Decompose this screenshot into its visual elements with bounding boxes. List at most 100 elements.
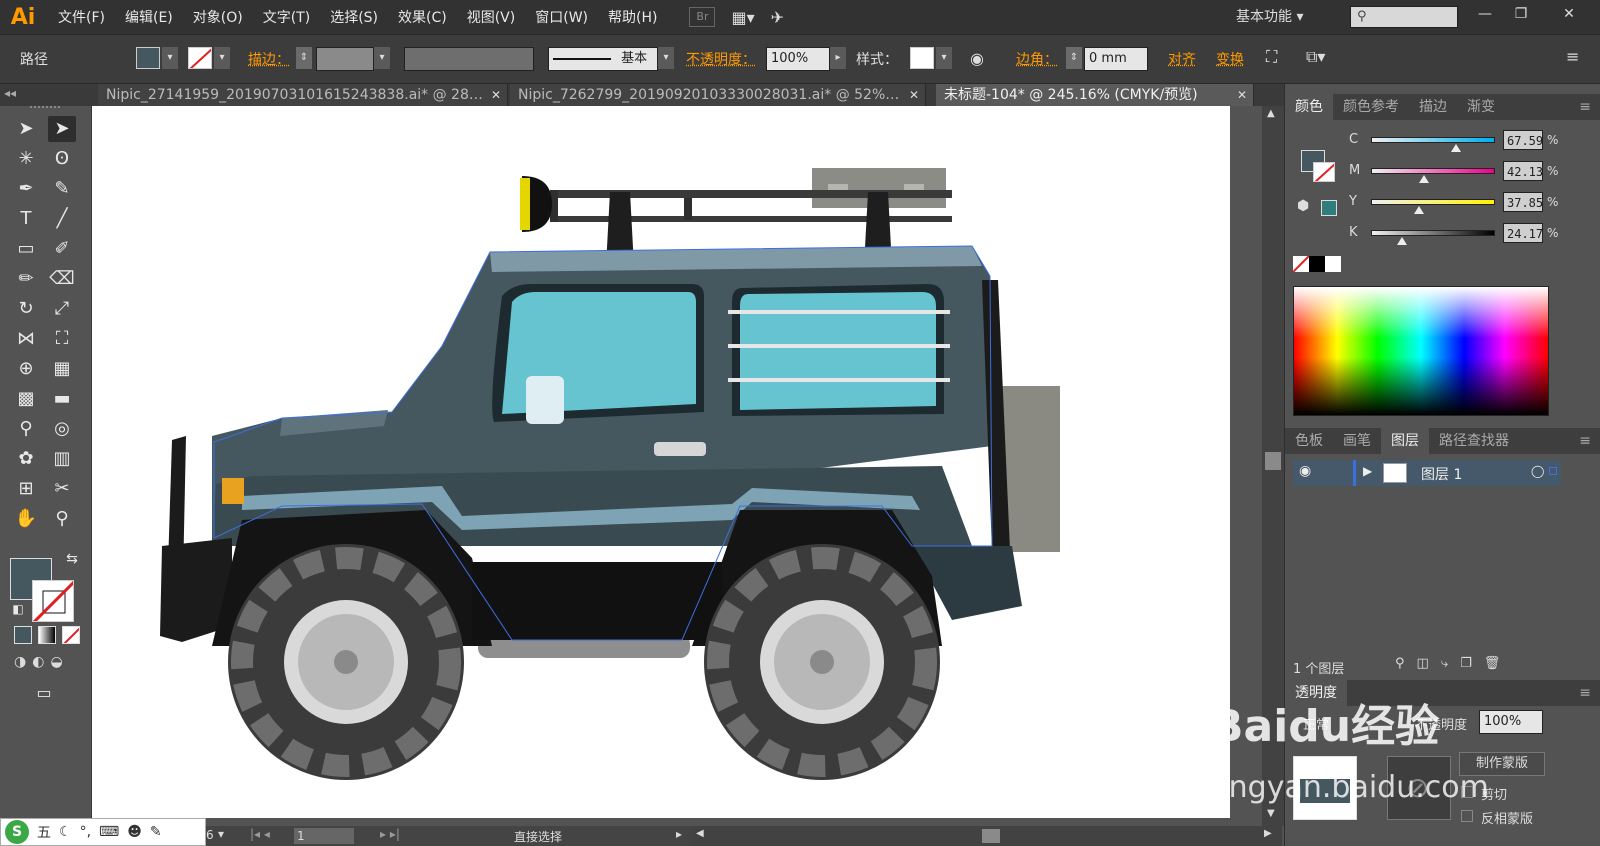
- slider-thumb[interactable]: [1450, 144, 1461, 152]
- layer-row[interactable]: ◉ ▶ 图层 1 ◯: [1293, 460, 1561, 486]
- menu-view[interactable]: 视图(V): [467, 7, 516, 27]
- default-colors-icon[interactable]: ◧: [4, 596, 32, 622]
- fill-dropdown[interactable]: ▾: [162, 47, 178, 69]
- zoom-tool[interactable]: ⚲: [48, 506, 76, 532]
- color-mode-button[interactable]: [14, 626, 32, 644]
- expand-triangle-icon[interactable]: ▶: [1363, 464, 1372, 478]
- color-spectrum[interactable]: [1293, 286, 1549, 416]
- direct-selection-tool[interactable]: ➤: [48, 116, 76, 142]
- stroke-weight-input[interactable]: [316, 47, 374, 71]
- clipping-mask-icon[interactable]: ◫: [1417, 656, 1429, 671]
- moon-icon[interactable]: ☾: [59, 824, 72, 840]
- close-button[interactable]: ✕: [1552, 3, 1586, 25]
- user-icon[interactable]: ☻: [127, 824, 142, 840]
- magic-wand-tool[interactable]: ✳: [12, 146, 40, 172]
- selection-tool[interactable]: ➤: [12, 116, 40, 142]
- brush-dropdown[interactable]: ▾: [658, 47, 674, 69]
- keyboard-icon[interactable]: ⌨: [99, 824, 119, 840]
- stroke-color-box[interactable]: [32, 580, 74, 622]
- color-slider[interactable]: [1371, 168, 1495, 183]
- tab-brushes[interactable]: 画笔: [1333, 428, 1381, 454]
- selection-indicator[interactable]: [1549, 467, 1557, 475]
- tab-color-guide[interactable]: 颜色参考: [1333, 94, 1409, 120]
- locate-object-icon[interactable]: ⚲: [1395, 656, 1405, 671]
- slider-thumb[interactable]: [1413, 206, 1424, 214]
- eyedropper-tool[interactable]: ⚲: [12, 416, 40, 442]
- opacity-input[interactable]: 100%: [766, 47, 830, 71]
- color-value-input[interactable]: 67.59: [1503, 130, 1543, 150]
- menu-effect[interactable]: 效果(C): [398, 7, 447, 27]
- tab-layers[interactable]: 图层: [1381, 428, 1429, 454]
- tab-swatches[interactable]: 色板: [1285, 428, 1333, 454]
- restore-button[interactable]: ❐: [1504, 3, 1538, 25]
- curvature-tool[interactable]: ✎: [48, 176, 76, 202]
- pen-tool[interactable]: ✒: [12, 176, 40, 202]
- first-artboard-icon[interactable]: |◂ ◂: [250, 827, 270, 841]
- color-value-input[interactable]: 24.17: [1503, 223, 1543, 243]
- scale-tool[interactable]: ⤢: [48, 296, 76, 322]
- shape-builder-tool[interactable]: ⊕: [12, 356, 40, 382]
- status-menu-icon[interactable]: ▸: [676, 827, 682, 841]
- rectangle-tool[interactable]: ▭: [12, 236, 40, 262]
- slider-thumb[interactable]: [1419, 175, 1430, 183]
- scroll-up-icon[interactable]: ▲: [1267, 108, 1275, 119]
- ime-mode[interactable]: 五: [37, 822, 51, 842]
- bridge-button[interactable]: Br: [689, 7, 716, 27]
- width-tool[interactable]: ⋈: [12, 326, 40, 352]
- panel-menu-icon[interactable]: ≡: [1569, 94, 1600, 120]
- next-artboard-icon[interactable]: ▸ ▸|: [380, 827, 400, 841]
- minimize-button[interactable]: —: [1468, 3, 1502, 25]
- menu-help[interactable]: 帮助(H): [608, 7, 657, 27]
- align-link[interactable]: 对齐: [1168, 49, 1196, 69]
- rotate-tool[interactable]: ↻: [12, 296, 40, 322]
- wrench-icon[interactable]: ✎: [150, 824, 162, 840]
- slice-tool[interactable]: ✂: [48, 476, 76, 502]
- new-layer-icon[interactable]: ❐: [1460, 656, 1472, 671]
- menu-window[interactable]: 窗口(W): [535, 7, 588, 27]
- corner-radius-input[interactable]: 0 mm: [1084, 47, 1148, 71]
- transform-link[interactable]: 变换: [1216, 49, 1244, 69]
- opacity-dropdown[interactable]: ▸: [830, 47, 846, 69]
- panel-menu-icon[interactable]: ≡: [1569, 428, 1600, 454]
- panel-menu-icon[interactable]: ≡: [1569, 680, 1600, 706]
- line-tool[interactable]: ╱: [48, 206, 76, 232]
- stroke-weight-stepper[interactable]: ⇕: [296, 47, 312, 69]
- brush-definition-select[interactable]: 基本: [548, 47, 658, 71]
- menu-type[interactable]: 文字(T): [263, 7, 310, 27]
- stroke-dropdown[interactable]: ▾: [214, 47, 230, 69]
- color-slider[interactable]: [1371, 199, 1495, 214]
- graphic-style-swatch[interactable]: [910, 47, 934, 69]
- zoom-value[interactable]: 6: [206, 828, 214, 842]
- recolor-artwork-icon[interactable]: ◉: [970, 49, 984, 68]
- perspective-grid-tool[interactable]: ▦: [48, 356, 76, 382]
- gradient-tool[interactable]: ▬: [48, 386, 76, 412]
- corner-label[interactable]: 边角：: [1016, 49, 1058, 69]
- workspace-switcher[interactable]: 基本功能 ▾: [1236, 6, 1303, 26]
- hand-tool[interactable]: ✋: [12, 506, 40, 532]
- scroll-down-icon[interactable]: ▼: [1267, 808, 1275, 819]
- close-icon[interactable]: ✕: [909, 84, 919, 106]
- jeep-illustration[interactable]: [92, 106, 1230, 818]
- eraser-tool[interactable]: ⌫: [48, 266, 76, 292]
- color-slider[interactable]: [1371, 137, 1495, 152]
- black-swatch[interactable]: [1309, 256, 1325, 272]
- panel-menu-icon[interactable]: ≡: [1566, 47, 1579, 66]
- fill-swatch[interactable]: [136, 47, 160, 69]
- color-slider[interactable]: [1371, 230, 1495, 245]
- punctuation-icon[interactable]: °,: [80, 824, 91, 840]
- symbol-sprayer-tool[interactable]: ✿: [12, 446, 40, 472]
- graph-tool[interactable]: ▥: [48, 446, 76, 472]
- artboard-number-input[interactable]: 1: [294, 828, 354, 844]
- horizontal-scrollbar[interactable]: ◀ ▶: [692, 826, 1282, 846]
- mesh-tool[interactable]: ▩: [12, 386, 40, 412]
- menu-edit[interactable]: 编辑(E): [125, 7, 173, 27]
- artboard[interactable]: [92, 106, 1230, 818]
- swap-colors-icon[interactable]: ⇆: [58, 546, 86, 572]
- menu-object[interactable]: 对象(O): [193, 7, 243, 27]
- tab-gradient[interactable]: 渐变: [1457, 94, 1505, 120]
- toolbox-grip[interactable]: [30, 106, 60, 112]
- stroke-label[interactable]: 描边：: [248, 49, 290, 69]
- arrange-icon[interactable]: ⧉▾: [1306, 47, 1325, 67]
- scroll-thumb[interactable]: [982, 829, 1000, 843]
- close-icon[interactable]: ✕: [491, 84, 501, 106]
